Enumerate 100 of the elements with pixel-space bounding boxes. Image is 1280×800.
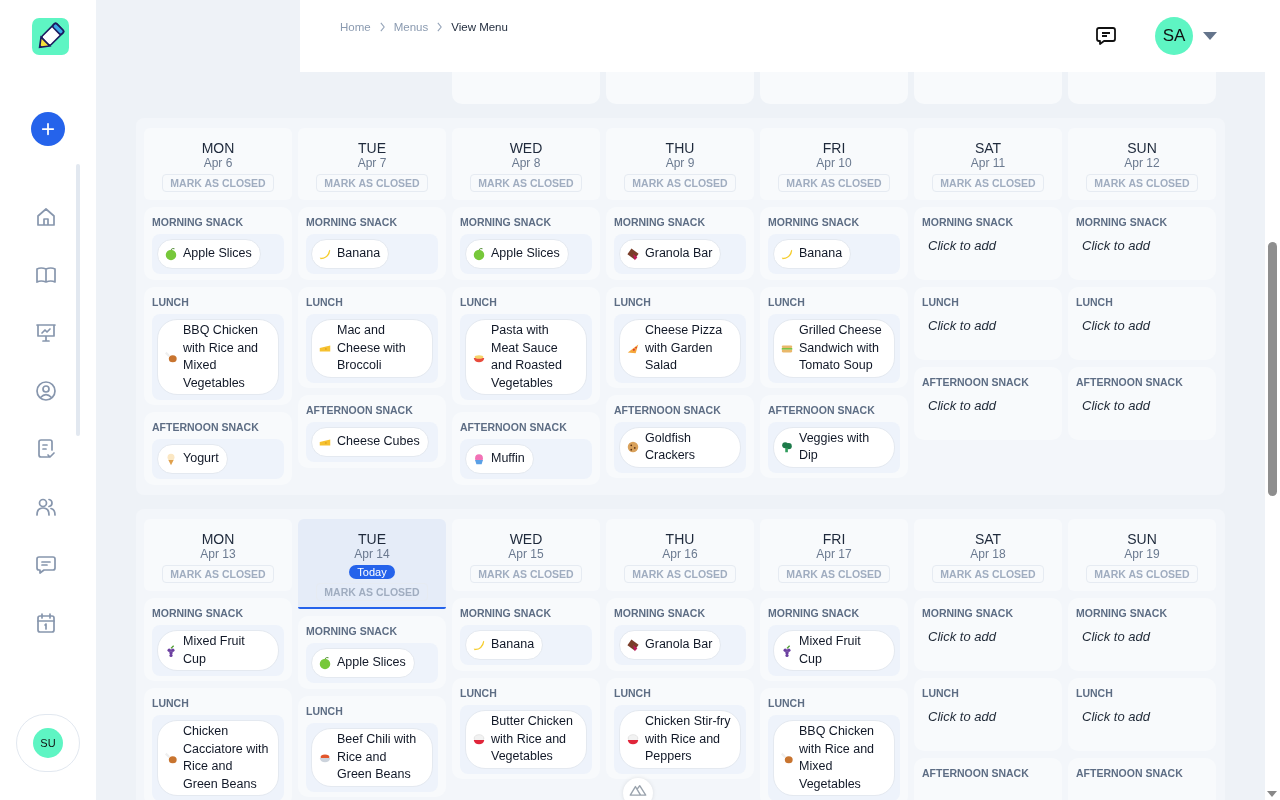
add-prompt[interactable]: Click to add xyxy=(928,398,1054,413)
meal-card[interactable]: MORNING SNACK Apple Slices xyxy=(298,616,446,689)
meal-card[interactable]: MORNING SNACK Mixed Fruit Cup xyxy=(144,598,292,681)
meal-card[interactable]: AFTERNOON SNACK xyxy=(914,758,1062,800)
food-chip[interactable]: Goldfish Crackers xyxy=(619,426,741,468)
meal-label: LUNCH xyxy=(1076,295,1114,309)
meal-card[interactable]: AFTERNOON SNACK Muffin xyxy=(452,412,600,485)
calendar-icon[interactable] xyxy=(34,611,58,635)
meal-card[interactable]: LUNCH Chicken Stir-fry with Rice and Peppers xyxy=(606,678,754,779)
meal-card[interactable]: LUNCH Click to add xyxy=(914,287,1062,360)
presentation-chart-icon[interactable] xyxy=(34,321,58,345)
meal-label: AFTERNOON SNACK xyxy=(460,420,568,434)
food-chip[interactable]: Pasta with Meat Sauce and Roasted Vegetables xyxy=(465,319,587,395)
food-chip[interactable]: Muffin xyxy=(465,444,534,474)
food-chip[interactable]: Banana xyxy=(773,239,852,269)
meal-label: AFTERNOON SNACK xyxy=(922,766,1030,780)
add-prompt[interactable]: Click to add xyxy=(928,238,1054,253)
food-chip[interactable]: Banana xyxy=(311,239,390,269)
add-prompt[interactable]: Click to add xyxy=(1082,238,1208,253)
food-chip[interactable]: Apple Slices xyxy=(311,648,415,678)
add-prompt[interactable]: Click to add xyxy=(928,629,1054,644)
message-icon[interactable] xyxy=(1094,24,1118,48)
add-button[interactable] xyxy=(31,112,65,146)
food-chip[interactable]: Chicken Stir-fry with Rice and Peppers xyxy=(619,710,741,769)
meal-card[interactable]: LUNCH BBQ Chicken with Rice and Mixed Vegetables xyxy=(760,688,908,800)
meal-card[interactable]: LUNCH Pasta with Meat Sauce and Roasted Vegetables xyxy=(452,287,600,405)
meal-card[interactable]: MORNING SNACK Click to add xyxy=(914,207,1062,280)
add-prompt[interactable]: Click to add xyxy=(1082,318,1208,333)
meal-card[interactable]: AFTERNOON SNACK Yogurt xyxy=(144,412,292,485)
day-date: Apr 10 xyxy=(816,156,852,171)
cookie-icon xyxy=(626,440,640,454)
meal-card[interactable]: MORNING SNACK Banana xyxy=(760,207,908,280)
food-chip[interactable]: Cheese Cubes xyxy=(311,426,429,457)
food-chip[interactable]: Apple Slices xyxy=(465,239,569,269)
meal-card[interactable]: AFTERNOON SNACK Goldfish Crackers xyxy=(606,394,754,478)
food-chip[interactable]: Cheese Pizza with Garden Salad xyxy=(619,319,741,378)
meal-card[interactable]: LUNCH Click to add xyxy=(1068,678,1216,751)
food-chip[interactable]: Chicken Cacciatore with Rice and Green Beans xyxy=(157,720,279,796)
meal-card[interactable]: MORNING SNACK Mixed Fruit Cup xyxy=(760,598,908,681)
meal-card[interactable]: LUNCH Grilled Cheese Sandwich with Tomato Soup xyxy=(760,287,908,388)
meal-label: LUNCH xyxy=(306,295,344,309)
food-chip[interactable]: Apple Slices xyxy=(157,239,261,269)
meal-card[interactable]: LUNCH Click to add xyxy=(914,678,1062,751)
meal-card[interactable]: LUNCH BBQ Chicken with Rice and Mixed Vegetables xyxy=(144,287,292,405)
meal-label: AFTERNOON SNACK xyxy=(768,402,876,417)
day-name: SAT xyxy=(974,531,1002,547)
food-chip[interactable]: Veggies with Dip xyxy=(773,426,895,468)
meal-card[interactable]: LUNCH Chicken Cacciatore with Rice and Green Beans xyxy=(144,688,292,800)
food-chip[interactable]: Mixed Fruit Cup xyxy=(157,630,279,671)
food-chip[interactable]: Mixed Fruit Cup xyxy=(773,630,895,671)
meal-label: MORNING SNACK xyxy=(152,215,244,229)
add-prompt[interactable]: Click to add xyxy=(1082,629,1208,644)
user-circle-icon[interactable] xyxy=(34,379,58,403)
chat-icon[interactable] xyxy=(34,553,58,577)
meal-card[interactable]: AFTERNOON SNACK Cheese Cubes xyxy=(298,394,446,468)
scrollbar-thumb[interactable] xyxy=(1268,242,1277,496)
meal-card[interactable]: MORNING SNACK Granola Bar xyxy=(606,207,754,280)
food-chip[interactable]: Granola Bar xyxy=(619,239,722,269)
meal-card[interactable]: MORNING SNACK Apple Slices xyxy=(144,207,292,280)
food-chip[interactable]: Yogurt xyxy=(157,444,228,474)
meal-card[interactable]: MORNING SNACK Granola Bar xyxy=(606,598,754,671)
meal-card[interactable]: LUNCH Butter Chicken with Rice and Vegetables xyxy=(452,678,600,779)
home-icon[interactable] xyxy=(34,205,58,229)
meal-label: MORNING SNACK xyxy=(922,215,1014,229)
food-chip[interactable]: Mac and Cheese with Broccoli xyxy=(311,319,433,378)
scroll-down-arrow-icon[interactable] xyxy=(1267,791,1277,797)
scrollbar[interactable] xyxy=(1265,0,1280,800)
food-chip[interactable]: Beef Chili with Rice and Green Beans xyxy=(311,728,433,787)
day-date: Apr 12 xyxy=(1124,156,1160,171)
meal-card[interactable]: AFTERNOON SNACK Click to add xyxy=(914,367,1062,440)
food-chip[interactable]: Banana xyxy=(465,630,544,660)
meal-card[interactable]: AFTERNOON SNACK xyxy=(1068,758,1216,800)
pencil-logo-icon[interactable] xyxy=(31,18,69,55)
day-name: SUN xyxy=(1127,531,1157,547)
user-avatar[interactable]: SA xyxy=(1155,17,1193,55)
food-chip[interactable]: Grilled Cheese Sandwich with Tomato Soup xyxy=(773,319,895,378)
meal-card[interactable]: AFTERNOON SNACK Click to add xyxy=(1068,367,1216,440)
meal-card[interactable]: MORNING SNACK Banana xyxy=(452,598,600,671)
meal-card[interactable]: LUNCH Click to add xyxy=(1068,287,1216,360)
food-chip[interactable]: Butter Chicken with Rice and Vegetables xyxy=(465,710,587,769)
food-chip[interactable]: BBQ Chicken with Rice and Mixed Vegetables xyxy=(157,319,279,395)
meal-card[interactable]: LUNCH Mac and Cheese with Broccoli xyxy=(298,287,446,388)
day-date: Apr 16 xyxy=(662,547,698,562)
meal-card[interactable]: LUNCH Cheese Pizza with Garden Salad xyxy=(606,287,754,388)
add-prompt[interactable]: Click to add xyxy=(928,709,1054,724)
food-chip[interactable]: BBQ Chicken with Rice and Mixed Vegetables xyxy=(773,720,895,796)
add-prompt[interactable]: Click to add xyxy=(1082,398,1208,413)
day-name: FRI xyxy=(822,531,846,547)
meal-card[interactable]: MORNING SNACK Click to add xyxy=(914,598,1062,671)
meal-card[interactable]: LUNCH Beef Chili with Rice and Green Beans xyxy=(298,696,446,797)
add-prompt[interactable]: Click to add xyxy=(1082,709,1208,724)
meal-card[interactable]: AFTERNOON SNACK Veggies with Dip xyxy=(760,394,908,478)
meal-card[interactable]: MORNING SNACK Click to add xyxy=(1068,207,1216,280)
breadcrumb-link[interactable]: View Menu xyxy=(451,21,508,33)
food-chip[interactable]: Granola Bar xyxy=(619,630,722,660)
meal-label: LUNCH xyxy=(152,295,190,309)
meal-card[interactable]: MORNING SNACK Apple Slices xyxy=(452,207,600,280)
meal-card[interactable]: MORNING SNACK Banana xyxy=(298,207,446,280)
meal-card[interactable]: MORNING SNACK Click to add xyxy=(1068,598,1216,671)
add-prompt[interactable]: Click to add xyxy=(928,318,1054,333)
